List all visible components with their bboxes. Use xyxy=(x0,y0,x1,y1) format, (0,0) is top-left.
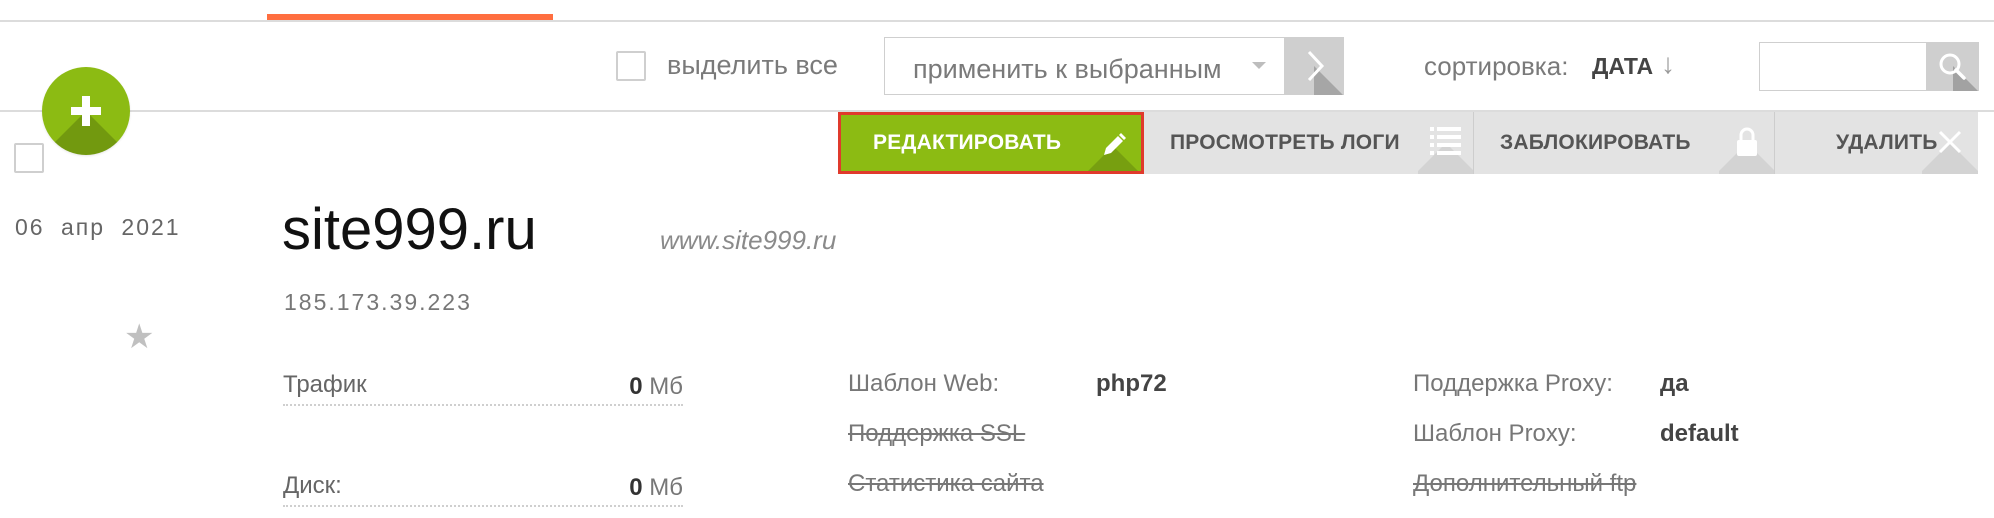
traffic-stat: Трафик 0 Мб xyxy=(283,366,683,406)
row-action-bar: РЕДАКТИРОВАТЬ ПРОСМОТРЕТЬ ЛОГИ ЗАБЛОКИРО… xyxy=(838,112,1978,174)
list-icon xyxy=(1418,112,1473,174)
disk-value: 0 xyxy=(629,474,643,501)
traffic-label: Трафик xyxy=(283,371,367,398)
site-ip: 185.173.39.223 xyxy=(284,289,472,315)
view-logs-label: ПРОСМОТРЕТЬ ЛОГИ xyxy=(1170,131,1400,154)
proxy-support-label: Поддержка Proxy: xyxy=(1413,370,1613,397)
top-divider xyxy=(0,20,1994,22)
block-label: ЗАБЛОКИРОВАТЬ xyxy=(1500,131,1691,154)
site-date: 06 апр 2021 xyxy=(15,214,181,240)
search-icon xyxy=(1939,53,1979,91)
edit-button[interactable]: РЕДАКТИРОВАТЬ xyxy=(838,112,1144,174)
disk-label: Диск: xyxy=(283,472,342,499)
star-icon[interactable]: ★ xyxy=(124,317,154,357)
site-stats-label: Статистика сайта xyxy=(848,470,1044,497)
proxy-support-value: да xyxy=(1660,370,1689,397)
bulk-action-placeholder: применить к выбранным xyxy=(913,54,1222,84)
active-tab-indicator xyxy=(267,14,553,20)
site-url-link[interactable]: www.site999.ru xyxy=(660,225,836,256)
extra-ftp-label: Дополнительный ftp xyxy=(1413,470,1637,497)
chevron-down-icon xyxy=(1252,62,1266,69)
search-input[interactable] xyxy=(1759,42,1927,91)
traffic-unit: Мб xyxy=(649,373,683,400)
apply-bulk-action-button[interactable] xyxy=(1285,37,1344,95)
disk-stat: Диск: 0 Мб xyxy=(283,467,683,507)
proxy-template-value: default xyxy=(1660,420,1739,447)
select-all-checkbox[interactable] xyxy=(616,51,646,81)
select-all-label[interactable]: выделить все xyxy=(667,50,838,81)
chevron-right-icon xyxy=(1307,50,1344,95)
delete-button[interactable]: УДАЛИТЬ xyxy=(1775,112,1978,174)
web-template-value: php72 xyxy=(1096,370,1167,397)
edit-button-label: РЕДАКТИРОВАТЬ xyxy=(873,131,1062,154)
add-site-button[interactable] xyxy=(42,67,130,155)
search-button[interactable] xyxy=(1927,42,1979,91)
sort-field-button[interactable]: ДАТА xyxy=(1592,53,1653,80)
web-template-label: Шаблон Web: xyxy=(848,370,1000,397)
pencil-icon xyxy=(1085,115,1141,171)
close-icon xyxy=(1922,112,1978,174)
view-logs-button[interactable]: ПРОСМОТРЕТЬ ЛОГИ xyxy=(1144,112,1474,174)
proxy-template-label: Шаблон Proxy: xyxy=(1413,420,1577,447)
disk-unit: Мб xyxy=(649,474,683,501)
lock-icon xyxy=(1719,112,1774,174)
bulk-action-select[interactable]: применить к выбранным xyxy=(884,37,1285,95)
sort-label: сортировка: xyxy=(1424,51,1569,81)
sort-direction-icon[interactable]: ↓ xyxy=(1661,48,1675,80)
block-button[interactable]: ЗАБЛОКИРОВАТЬ xyxy=(1474,112,1775,174)
ssl-support-label: Поддержка SSL xyxy=(848,420,1026,447)
traffic-value: 0 xyxy=(629,373,643,400)
row-checkbox[interactable] xyxy=(14,143,44,173)
site-domain[interactable]: site999.ru xyxy=(282,196,537,263)
